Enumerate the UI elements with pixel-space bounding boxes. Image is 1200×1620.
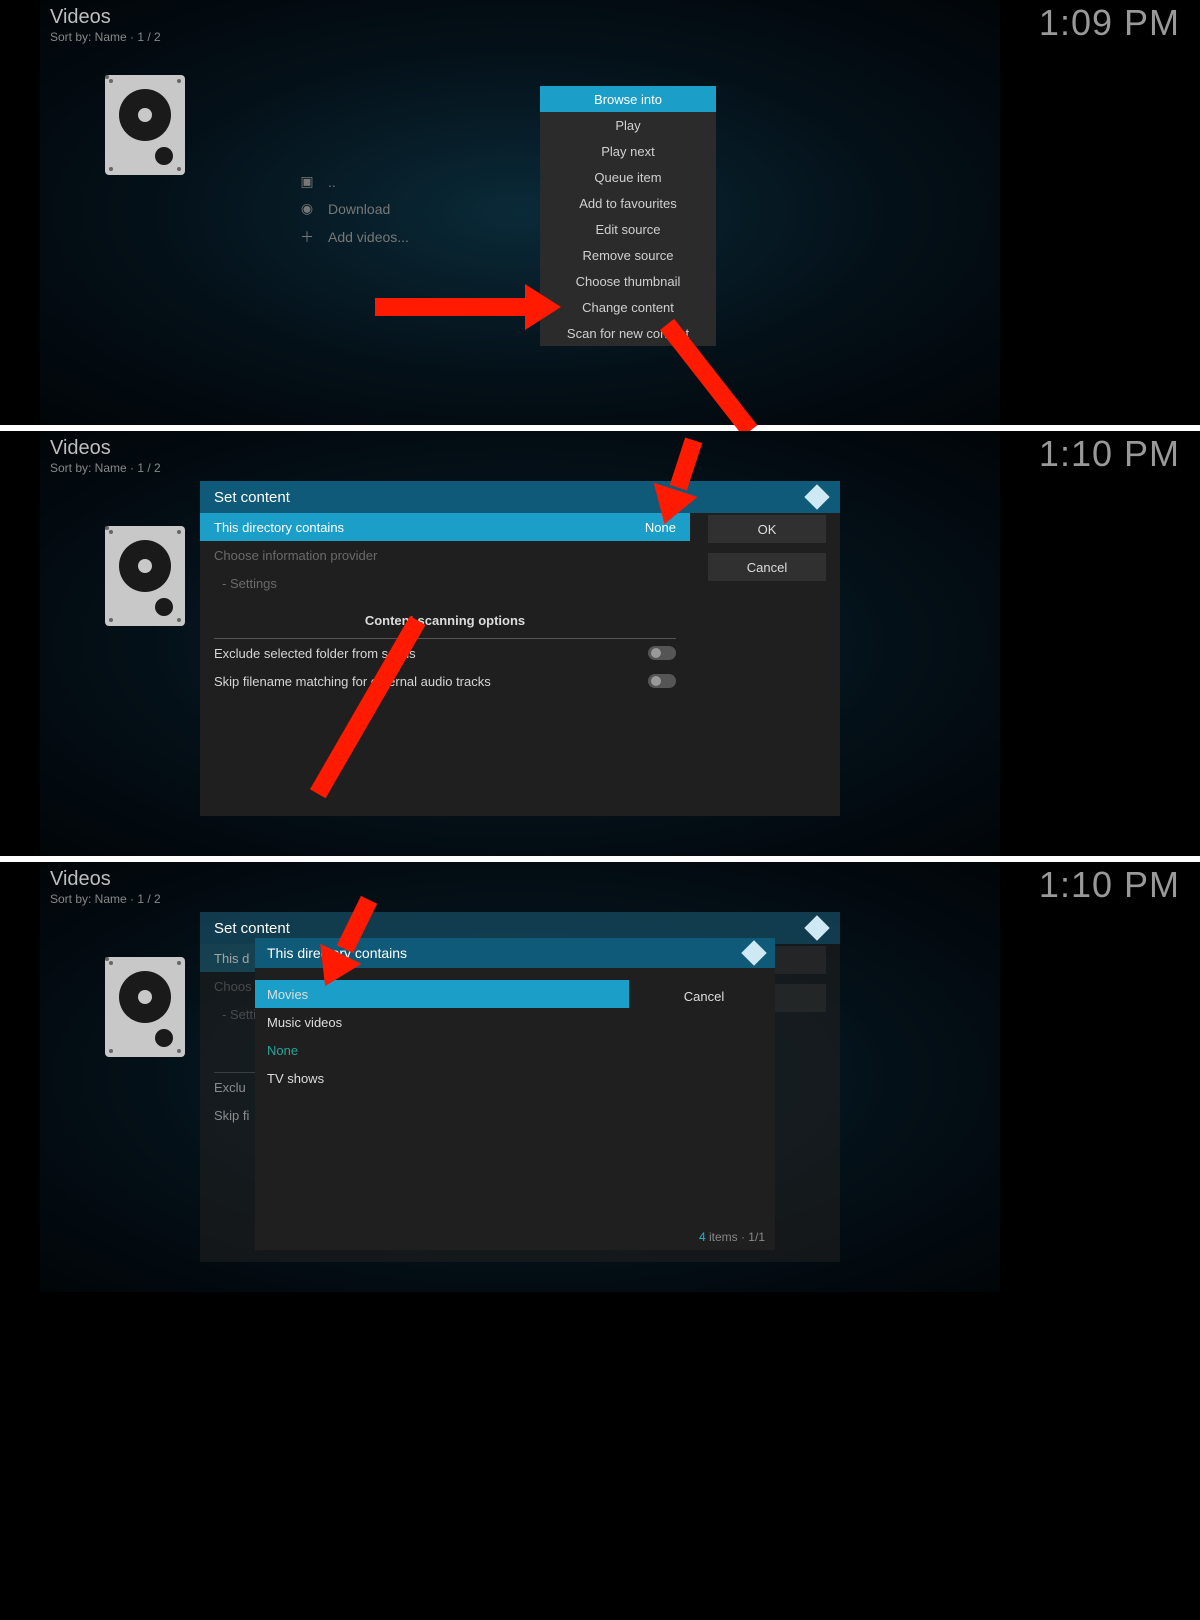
harddisk-icon xyxy=(105,957,185,1057)
dialog-title-bar: Set content xyxy=(200,481,840,513)
type-music-videos[interactable]: Music videos xyxy=(255,1008,629,1036)
ctx-add-favourites[interactable]: Add to favourites xyxy=(540,190,716,216)
panel-select-type: Videos Sort by: Name · 1 / 2 1:10 PM Set… xyxy=(40,862,1000,1292)
list-item-up[interactable]: ▣.. xyxy=(300,168,540,195)
file-list: ▣.. ◉Download ＋Add videos... xyxy=(300,168,540,252)
disk-icon: ◉ xyxy=(300,200,314,217)
ctx-choose-thumbnail[interactable]: Choose thumbnail xyxy=(540,268,716,294)
harddisk-icon xyxy=(105,75,185,175)
cancel-button[interactable]: Cancel xyxy=(708,553,826,581)
dialog-side-buttons: OK Cancel xyxy=(708,515,826,591)
opt-exclude-folder[interactable]: Exclude selected folder from scans xyxy=(200,639,690,667)
type-none[interactable]: None xyxy=(255,1036,629,1064)
type-tv-shows[interactable]: TV shows xyxy=(255,1064,629,1092)
section-content-scanning: Content scanning options xyxy=(200,597,690,638)
ctx-queue-item[interactable]: Queue item xyxy=(540,164,716,190)
toggle[interactable] xyxy=(648,674,676,688)
section-title: Videos xyxy=(50,437,111,460)
kodi-icon xyxy=(745,944,763,962)
opt-settings[interactable]: - Settings xyxy=(200,569,698,597)
ctx-play[interactable]: Play xyxy=(540,112,716,138)
ctx-change-content[interactable]: Change content xyxy=(540,294,716,320)
plus-icon: ＋ xyxy=(300,227,314,247)
ctx-edit-source[interactable]: Edit source xyxy=(540,216,716,242)
ctx-browse-into[interactable]: Browse into xyxy=(540,86,716,112)
section-title: Videos xyxy=(50,6,111,29)
dialog-title: Set content xyxy=(214,920,290,937)
list-item-add-videos[interactable]: ＋Add videos... xyxy=(300,222,540,252)
toggle[interactable] xyxy=(648,646,676,660)
section-title: Videos xyxy=(50,868,111,891)
ok-button[interactable]: OK xyxy=(708,515,826,543)
clock: 1:10 PM xyxy=(1039,864,1180,906)
panel-context-menu: Videos Sort by: Name · 1 / 2 1:09 PM ▣..… xyxy=(40,0,1000,425)
list-item-download[interactable]: ◉Download xyxy=(300,195,540,222)
folder-icon: ▣ xyxy=(300,173,314,190)
opt-choose-provider[interactable]: Choose information provider xyxy=(200,541,690,569)
sort-indicator: Sort by: Name · 1 / 2 xyxy=(50,892,161,906)
panel-set-content: Videos Sort by: Name · 1 / 2 1:10 PM Set… xyxy=(40,431,1000,856)
sort-indicator: Sort by: Name · 1 / 2 xyxy=(50,461,161,475)
harddisk-icon xyxy=(105,526,185,626)
ctx-play-next[interactable]: Play next xyxy=(540,138,716,164)
kodi-icon xyxy=(808,488,826,506)
ctx-remove-source[interactable]: Remove source xyxy=(540,242,716,268)
context-menu: Browse into Play Play next Queue item Ad… xyxy=(540,86,716,346)
cancel-button[interactable]: Cancel xyxy=(649,984,759,1008)
kodi-icon xyxy=(808,919,826,937)
clock: 1:10 PM xyxy=(1039,433,1180,475)
opt-this-directory-contains[interactable]: This directory containsNone xyxy=(200,513,690,541)
sort-indicator: Sort by: Name · 1 / 2 xyxy=(50,30,161,44)
clock: 1:09 PM xyxy=(1039,2,1180,44)
type-movies[interactable]: Movies xyxy=(255,980,629,1008)
opt-skip-filename-matching[interactable]: Skip filename matching for external audi… xyxy=(200,667,690,695)
popup-footer: 4 items · 1/1 xyxy=(255,1230,765,1244)
dialog-title: Set content xyxy=(214,489,290,506)
